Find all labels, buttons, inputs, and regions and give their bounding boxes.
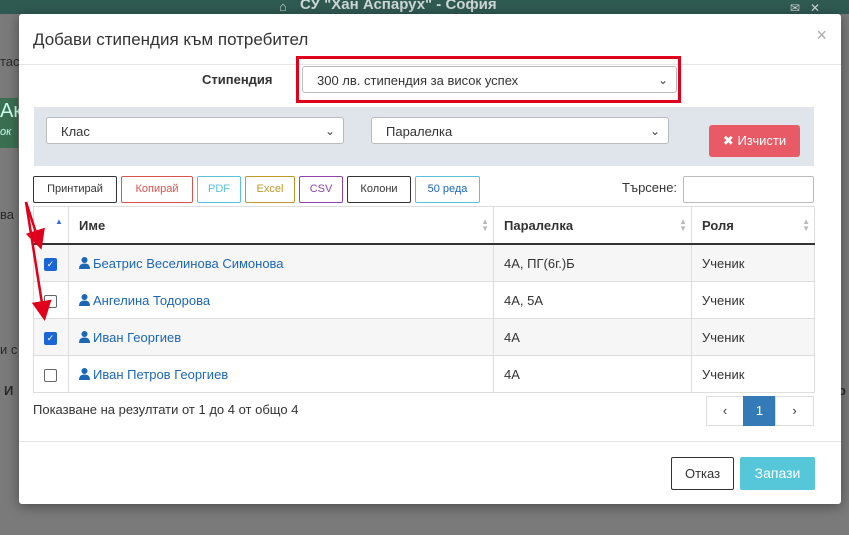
section-cell: 4А, 5А — [493, 281, 692, 319]
class-select-value: Клас — [61, 124, 90, 139]
name-cell: Ангелина Тодорова — [68, 281, 494, 319]
background-fragment: и с — [0, 342, 18, 357]
column-header-role[interactable]: Роля ▲ ▼ — [691, 206, 815, 245]
background-green-tile: Ак ок — [0, 98, 22, 148]
background-fragment: ва — [0, 207, 14, 222]
sort-icon: ▲ ▼ — [481, 217, 489, 233]
clear-button-label: Изчисти — [737, 133, 787, 148]
search-input[interactable] — [683, 176, 814, 203]
table-row: ✓ Беатрис Веселинова Симонова 4А, ПГ(6г.… — [33, 243, 815, 282]
column-header-label: Роля — [702, 217, 734, 233]
table-row: Иван Петров Георгиев 4А Ученик — [33, 355, 815, 393]
sort-asc-icon: ▲ — [55, 217, 63, 226]
highlight-annotation — [296, 56, 681, 103]
background-fragment: тас — [0, 54, 20, 69]
clear-button[interactable]: ✖ Изчисти — [709, 125, 800, 157]
row-checkbox[interactable]: ✓ — [44, 331, 57, 345]
class-select[interactable]: Клас ⌄ — [46, 117, 344, 144]
copy-button[interactable]: Копирай — [121, 176, 193, 203]
select-column-header[interactable]: ▲ — [33, 206, 69, 245]
rows-per-page-button[interactable]: 50 реда — [415, 176, 480, 203]
modal-title: Добави стипендия към потребител — [33, 30, 309, 49]
scholarship-label: Стипендия — [202, 72, 273, 87]
print-button[interactable]: Принтирай — [33, 176, 117, 203]
row-select-cell: ✓ — [33, 318, 69, 356]
row-select-cell — [33, 355, 69, 393]
user-icon — [79, 293, 90, 306]
role-cell: Ученик — [691, 281, 815, 319]
home-icon: ⌂ — [279, 0, 287, 14]
table-row: Ангелина Тодорова 4А, 5А Ученик — [33, 281, 815, 319]
name-cell: Иван Петров Георгиев — [68, 355, 494, 393]
role-cell: Ученик — [691, 318, 815, 356]
section-cell: 4А — [493, 355, 692, 393]
section-cell: 4А — [493, 318, 692, 356]
pagination-next[interactable]: › — [775, 396, 814, 426]
csv-button[interactable]: CSV — [299, 176, 343, 203]
close-icon: ✖ — [722, 133, 734, 148]
column-header-name[interactable]: Име ▲ ▼ — [68, 206, 494, 245]
columns-button[interactable]: Колони — [347, 176, 411, 203]
column-header-section[interactable]: Паралелка ▲ ▼ — [493, 206, 692, 245]
chevron-down-icon: ⌄ — [324, 124, 335, 138]
row-checkbox[interactable] — [44, 368, 57, 382]
section-select-value: Паралелка — [386, 124, 453, 139]
pagination-page[interactable]: 1 — [743, 396, 776, 426]
user-name-link[interactable]: Беатрис Веселинова Симонова — [93, 256, 284, 271]
users-table: ▲ Име ▲▼ Паралелка ▲▼ Роля ▲▼ ✓ Беатр — [33, 206, 815, 393]
row-select-cell: ✓ — [33, 243, 69, 282]
role-cell: Ученик — [691, 243, 815, 282]
row-checkbox[interactable] — [44, 294, 57, 308]
background-school-title: СУ "Хан Аспарух" - София — [300, 0, 497, 13]
excel-button[interactable]: Excel — [245, 176, 295, 203]
user-icon — [79, 367, 90, 380]
cancel-button[interactable]: Отказ — [671, 457, 734, 490]
background-fragment: И — [4, 383, 14, 398]
role-cell: Ученик — [691, 355, 815, 393]
modal-footer-divider — [19, 441, 841, 442]
name-cell: Беатрис Веселинова Симонова — [68, 243, 494, 282]
add-scholarship-modal: Добави стипендия към потребител × Стипен… — [19, 14, 841, 504]
save-button[interactable]: Запази — [740, 457, 815, 490]
chevron-down-icon: ⌄ — [649, 124, 660, 138]
table-row: ✓ Иван Георгиев 4А Ученик — [33, 318, 815, 356]
column-header-label: Паралелка — [504, 217, 574, 233]
sort-icon: ▲ ▼ — [679, 217, 687, 233]
column-header-label: Име — [79, 217, 106, 233]
results-info: Показване на резултати от 1 до 4 от общо… — [33, 402, 299, 417]
search-label: Търсене: — [622, 180, 678, 195]
user-icon — [79, 330, 90, 343]
sort-icon: ▲ ▼ — [802, 217, 810, 233]
pagination-prev[interactable]: ‹ — [706, 396, 744, 426]
user-name-link[interactable]: Иван Петров Георгиев — [93, 367, 228, 382]
background-icons: ✉ ✕ — [790, 1, 821, 15]
row-select-cell — [33, 281, 69, 319]
pdf-button[interactable]: PDF — [197, 176, 241, 203]
name-cell: Иван Георгиев — [68, 318, 494, 356]
close-icon[interactable]: × — [816, 25, 827, 46]
section-select[interactable]: Паралелка ⌄ — [371, 117, 669, 144]
section-cell: 4А, ПГ(6г.)Б — [493, 243, 692, 282]
background-fragment: ок — [0, 126, 12, 138]
row-checkbox[interactable]: ✓ — [44, 257, 57, 271]
user-name-link[interactable]: Иван Георгиев — [93, 330, 181, 345]
user-icon — [79, 256, 90, 269]
user-name-link[interactable]: Ангелина Тодорова — [93, 293, 210, 308]
